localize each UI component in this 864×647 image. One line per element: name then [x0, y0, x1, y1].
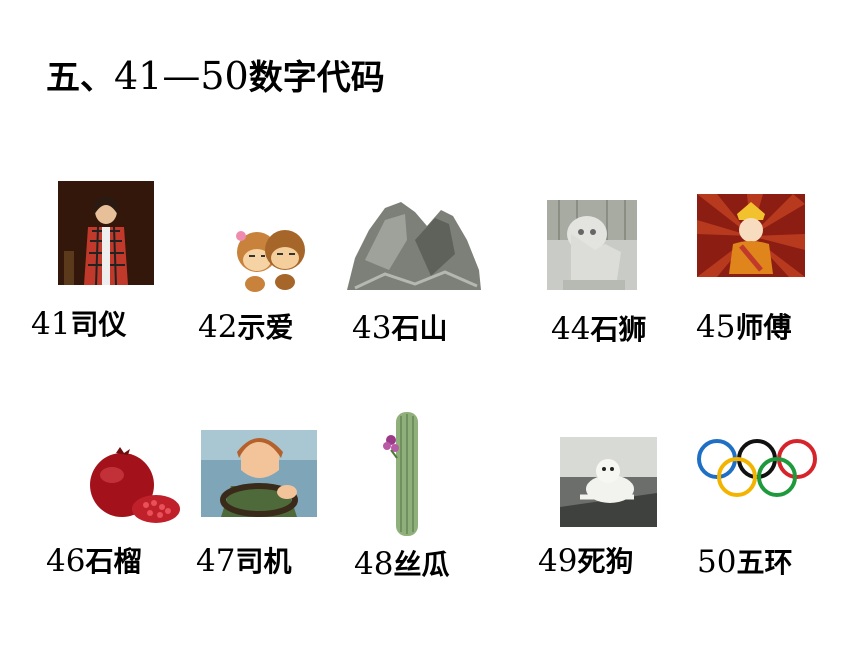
- item-word: 石狮: [590, 313, 647, 346]
- item-number: 45: [696, 309, 736, 345]
- label-41: 41司仪: [31, 303, 126, 343]
- pomegranate: [78, 447, 184, 529]
- olympic-rings: [695, 437, 819, 499]
- stone-lion: [547, 200, 637, 290]
- item-number: 47: [196, 543, 236, 579]
- item-word: 石榴: [85, 545, 142, 578]
- title-suffix: 数字代码: [248, 58, 385, 98]
- title-range: 41—50: [114, 54, 249, 98]
- item-word: 石山: [391, 312, 448, 345]
- item-number: 49: [538, 543, 578, 579]
- page-title: 五、41—50数字代码: [46, 50, 385, 99]
- label-47: 47司机: [196, 540, 291, 580]
- item-number: 48: [354, 546, 394, 582]
- item-number: 42: [198, 309, 238, 345]
- item-number: 41: [31, 306, 71, 342]
- label-48: 48丝瓜: [354, 543, 449, 583]
- host-photo: [58, 181, 154, 285]
- item-word: 司机: [235, 545, 292, 578]
- title-prefix: 五、: [46, 58, 114, 98]
- label-44: 44石狮: [551, 308, 646, 348]
- label-43: 43石山: [352, 307, 447, 347]
- item-word: 死狗: [577, 545, 634, 578]
- label-49: 49死狗: [538, 540, 633, 580]
- monkeys-cartoon: [233, 218, 309, 292]
- item-word: 师傅: [735, 311, 792, 344]
- item-word: 司仪: [70, 308, 127, 341]
- item-number: 50: [697, 544, 737, 580]
- item-word: 示爱: [237, 311, 294, 344]
- item-number: 46: [46, 543, 86, 579]
- item-word: 丝瓜: [393, 548, 450, 581]
- item-number: 43: [352, 310, 392, 346]
- rock-mountain: [345, 200, 483, 292]
- tang-monk-cartoon: [697, 194, 805, 277]
- label-46: 46石榴: [46, 540, 141, 580]
- item-word: 五环: [736, 546, 793, 579]
- loofah: [381, 410, 421, 538]
- driver-cartoon: [201, 430, 317, 517]
- lying-dog: [560, 437, 657, 527]
- label-45: 45师傅: [696, 306, 791, 346]
- label-50: 50五环: [697, 541, 792, 581]
- label-42: 42示爱: [198, 306, 293, 346]
- item-number: 44: [551, 311, 591, 347]
